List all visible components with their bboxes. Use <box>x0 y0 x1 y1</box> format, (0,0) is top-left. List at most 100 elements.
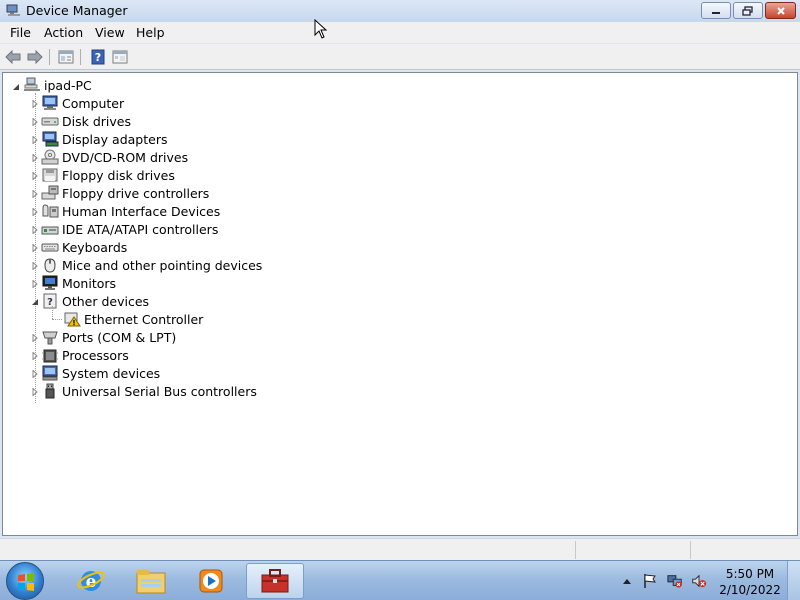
menu-help[interactable]: Help <box>136 25 165 40</box>
expand-triangle-icon[interactable] <box>31 190 39 198</box>
properties-button[interactable] <box>57 48 75 66</box>
tray-volume[interactable] <box>691 573 707 589</box>
back-arrow-icon <box>5 50 21 64</box>
device-tree[interactable]: ipad-PC Computer Disk drives Display adapt… <box>2 72 798 536</box>
expand-triangle-icon[interactable] <box>31 352 39 360</box>
taskbar: e 5:50 PM 2/10/2022 <box>0 560 800 600</box>
expand-triangle-icon[interactable] <box>31 226 39 234</box>
taskbar-device-manager[interactable] <box>246 563 304 599</box>
hid-icon <box>42 204 59 218</box>
expand-triangle-icon[interactable] <box>31 262 39 270</box>
network-icon <box>667 575 682 588</box>
tree-item-keyboards[interactable]: Keyboards <box>41 238 127 256</box>
back-button[interactable] <box>4 48 22 66</box>
taskbar-media-player[interactable] <box>182 563 240 599</box>
tree-item-label: Keyboards <box>62 239 128 255</box>
tree-item-label: Computer <box>62 95 125 111</box>
tree-item-disk-drives[interactable]: Disk drives <box>41 112 131 130</box>
expand-triangle-icon[interactable] <box>31 118 39 126</box>
tree-item-floppy-drive-controllers[interactable]: Floppy drive controllers <box>41 184 209 202</box>
menu-view[interactable]: View <box>95 25 125 40</box>
expand-triangle-icon[interactable] <box>31 208 39 216</box>
expand-triangle-icon[interactable] <box>31 280 39 288</box>
device-view-icon <box>112 50 128 64</box>
window-title: Device Manager <box>26 3 128 18</box>
tree-item-label: Ethernet Controller <box>84 311 204 327</box>
minimize-icon <box>712 11 720 14</box>
expand-triangle-icon[interactable] <box>31 244 39 252</box>
toolbar: ? <box>0 44 800 70</box>
tree-item-ethernet-controller[interactable]: Ethernet Controller <box>63 310 203 328</box>
tree-item-floppy-disk-drives[interactable]: Floppy disk drives <box>41 166 175 184</box>
start-button[interactable] <box>6 562 44 600</box>
keyboard-icon <box>41 243 59 252</box>
computer-network-icon <box>24 77 40 91</box>
warning-device-icon <box>64 312 81 327</box>
expand-triangle-icon[interactable] <box>31 388 39 396</box>
restore-icon <box>742 5 753 16</box>
mouse-icon <box>44 258 56 273</box>
taskbar-internet-explorer[interactable]: e <box>62 563 120 599</box>
expand-triangle-icon[interactable] <box>31 334 39 342</box>
tree-root-label: ipad-PC <box>44 77 92 93</box>
collapse-triangle-icon[interactable] <box>12 83 20 91</box>
tree-item-label: Processors <box>62 347 129 363</box>
tree-item-human-interface-devices[interactable]: Human Interface Devices <box>41 202 220 220</box>
computer-icon <box>42 95 58 110</box>
system-device-icon <box>42 365 58 381</box>
status-separator <box>690 541 691 559</box>
device-view-button[interactable] <box>111 48 129 66</box>
tree-item-label: Disk drives <box>62 113 131 129</box>
clock-date: 2/10/2022 <box>719 583 781 597</box>
show-hidden-icons-button[interactable] <box>619 573 635 589</box>
tree-item-monitors[interactable]: Monitors <box>41 274 116 292</box>
tree-item-label: Ports (COM & LPT) <box>62 329 177 345</box>
menu-bar: File Action View Help <box>0 22 800 43</box>
toolbar-separator <box>49 49 50 65</box>
display-adapter-icon <box>42 131 59 147</box>
menu-file[interactable]: File <box>10 25 31 40</box>
status-separator <box>575 541 576 559</box>
tree-item-universal-serial-bus-controllers[interactable]: Universal Serial Bus controllers <box>41 382 257 400</box>
expand-triangle-icon[interactable] <box>31 370 39 378</box>
port-icon <box>42 331 58 345</box>
tree-item-label: Monitors <box>62 275 117 291</box>
tree-item-display-adapters[interactable]: Display adapters <box>41 130 167 148</box>
forward-arrow-icon <box>27 50 43 64</box>
tree-item-other-devices[interactable]: ? Other devices <box>41 292 149 310</box>
tree-item-system-devices[interactable]: System devices <box>41 364 160 382</box>
close-icon <box>776 6 785 15</box>
tree-item-computer[interactable]: Computer <box>41 94 124 112</box>
close-button[interactable] <box>765 2 796 19</box>
monitor-icon <box>42 275 58 290</box>
minimize-button[interactable] <box>701 2 731 19</box>
tree-item-label: Floppy disk drives <box>62 167 175 183</box>
system-clock[interactable]: 5:50 PM 2/10/2022 <box>718 566 782 598</box>
tree-item-dvd-cd-rom-drives[interactable]: DVD/CD-ROM drives <box>41 148 188 166</box>
tree-item-mice-and-other-pointing-devices[interactable]: Mice and other pointing devices <box>41 256 262 274</box>
collapse-triangle-icon[interactable] <box>31 298 39 306</box>
device-manager-window: Device Manager File Action View Help ? i… <box>0 0 800 560</box>
expand-triangle-icon[interactable] <box>31 172 39 180</box>
expand-triangle-icon[interactable] <box>31 154 39 162</box>
forward-button[interactable] <box>26 48 44 66</box>
tree-item-ide-ata-atapi-controllers[interactable]: IDE ATA/ATAPI controllers <box>41 220 218 238</box>
expand-triangle-icon[interactable] <box>31 136 39 144</box>
taskbar-windows-explorer[interactable] <box>122 563 180 599</box>
status-bar <box>0 538 800 560</box>
processor-icon <box>42 349 58 363</box>
toolbar-separator <box>80 49 81 65</box>
tree-item-ports-com-lpt[interactable]: Ports (COM & LPT) <box>41 328 176 346</box>
help-button[interactable]: ? <box>89 48 107 66</box>
action-center-flag-icon <box>644 574 657 588</box>
tray-network[interactable] <box>667 573 683 589</box>
tray-action-center[interactable] <box>642 573 658 589</box>
show-desktop-button[interactable] <box>787 561 800 600</box>
svg-text:?: ? <box>95 51 101 64</box>
expand-triangle-icon[interactable] <box>31 100 39 108</box>
menu-action[interactable]: Action <box>44 25 83 40</box>
tree-root-ipad-pc[interactable]: ipad-PC <box>23 76 92 94</box>
tree-item-processors[interactable]: Processors <box>41 346 129 364</box>
maximize-button[interactable] <box>733 2 763 19</box>
title-bar[interactable]: Device Manager <box>0 0 800 22</box>
